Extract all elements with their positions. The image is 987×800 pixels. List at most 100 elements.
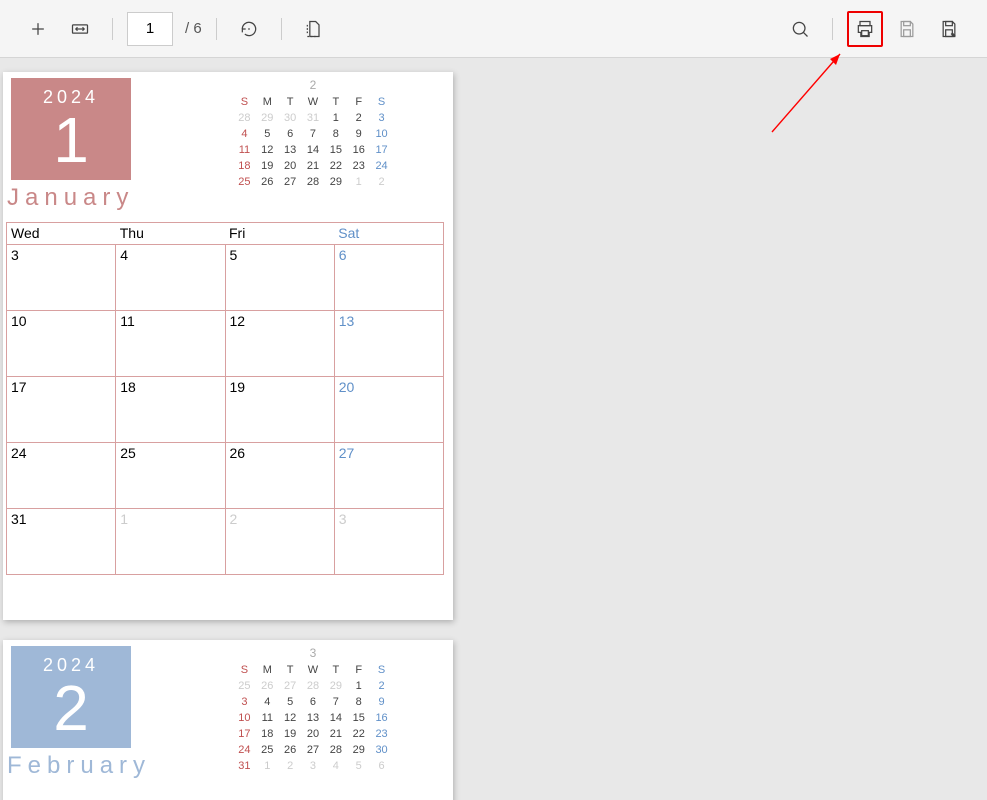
page-number-input[interactable] xyxy=(127,12,173,46)
mini-day: 8 xyxy=(347,695,370,709)
toolbar: / 6 xyxy=(0,0,987,58)
cal-day-faded: 3 xyxy=(334,509,443,575)
mini-day: 28 xyxy=(302,175,325,189)
mini-hdr-mon: M xyxy=(256,663,279,677)
mini-day: 15 xyxy=(347,711,370,725)
mini-day: 20 xyxy=(279,159,302,173)
print-button[interactable] xyxy=(847,11,883,47)
mini-day: 19 xyxy=(256,159,279,173)
mini-day: 21 xyxy=(324,727,347,741)
cal-day: 31 xyxy=(7,509,116,575)
cal-day: 24 xyxy=(7,443,116,509)
mini-day: 14 xyxy=(324,711,347,725)
mini-day: 27 xyxy=(279,175,302,189)
cal-day: 5 xyxy=(225,245,334,311)
cal-day-faded: 2 xyxy=(225,509,334,575)
mini-day: 11 xyxy=(256,711,279,725)
mini-hdr-thu: T xyxy=(324,663,347,677)
cal-day: 4 xyxy=(116,245,225,311)
mini-day: 2 xyxy=(370,679,393,693)
mini-day: 2 xyxy=(370,175,393,189)
mini-hdr-mon: M xyxy=(256,95,279,109)
mini-next-month-number: 3 xyxy=(233,646,393,660)
separator xyxy=(216,18,217,40)
cal-day: 12 xyxy=(225,311,334,377)
mini-hdr-sun: S xyxy=(233,663,256,677)
separator xyxy=(281,18,282,40)
mini-day: 25 xyxy=(233,175,256,189)
mini-day: 27 xyxy=(279,679,302,693)
cal-day-sat: 13 xyxy=(334,311,443,377)
mini-day: 24 xyxy=(370,159,393,173)
mini-day: 26 xyxy=(279,743,302,757)
mini-day: 5 xyxy=(347,759,370,773)
mini-day: 24 xyxy=(233,743,256,757)
mini-day: 28 xyxy=(324,743,347,757)
month-name-label: February xyxy=(7,752,151,780)
save-as-button[interactable] xyxy=(931,11,967,47)
mini-day: 21 xyxy=(302,159,325,173)
mini-day: 4 xyxy=(256,695,279,709)
cal-day: 26 xyxy=(225,443,334,509)
mini-day: 1 xyxy=(324,111,347,125)
save-button[interactable] xyxy=(889,11,925,47)
mini-day: 29 xyxy=(347,743,370,757)
mini-hdr-sat: S xyxy=(370,663,393,677)
mini-day: 7 xyxy=(324,695,347,709)
mini-calendar-next-month: 2 S M T W T F S 28 29 30 31 1 2 3 4 5 6 … xyxy=(233,78,393,189)
preview-viewport[interactable]: 2024 1 January 2 S M T W T F S 28 29 30 … xyxy=(0,58,987,800)
mini-day: 17 xyxy=(370,143,393,157)
mini-day: 2 xyxy=(279,759,302,773)
page-setup-button[interactable] xyxy=(296,11,332,47)
mini-next-month-number: 2 xyxy=(233,78,393,92)
mini-day: 4 xyxy=(233,127,256,141)
mini-day: 29 xyxy=(256,111,279,125)
col-sat: Sat xyxy=(334,223,443,245)
mini-hdr-tue: T xyxy=(279,95,302,109)
mini-day: 3 xyxy=(302,759,325,773)
col-thu: Thu xyxy=(116,223,225,245)
big-calendar-grid: Wed Thu Fri Sat 3 4 5 6 10 11 12 13 17 1… xyxy=(6,222,444,575)
month-number: 2 xyxy=(53,676,89,740)
cal-day: 25 xyxy=(116,443,225,509)
mini-day: 30 xyxy=(279,111,302,125)
mini-day: 26 xyxy=(256,679,279,693)
mini-day: 27 xyxy=(302,743,325,757)
mini-day: 20 xyxy=(302,727,325,741)
mini-day: 1 xyxy=(347,679,370,693)
col-fri: Fri xyxy=(225,223,334,245)
mini-day: 28 xyxy=(233,111,256,125)
mini-calendar-next-month: 3 S M T W T F S 25 26 27 28 29 1 2 3 4 5… xyxy=(233,646,393,773)
mini-day: 31 xyxy=(233,759,256,773)
mini-day: 9 xyxy=(370,695,393,709)
separator xyxy=(832,18,833,40)
mini-hdr-tue: T xyxy=(279,663,302,677)
mini-day: 22 xyxy=(347,727,370,741)
mini-hdr-wed: W xyxy=(302,663,325,677)
mini-day: 11 xyxy=(233,143,256,157)
cal-day: 18 xyxy=(116,377,225,443)
fit-width-button[interactable] xyxy=(62,11,98,47)
mini-day: 9 xyxy=(347,127,370,141)
mini-day: 10 xyxy=(233,711,256,725)
mini-day: 3 xyxy=(233,695,256,709)
add-button[interactable] xyxy=(20,11,56,47)
search-button[interactable] xyxy=(782,11,818,47)
mini-day: 15 xyxy=(324,143,347,157)
mini-day: 22 xyxy=(324,159,347,173)
cal-day: 19 xyxy=(225,377,334,443)
preview-page-january: 2024 1 January 2 S M T W T F S 28 29 30 … xyxy=(3,72,453,620)
mini-day: 28 xyxy=(302,679,325,693)
mini-day: 30 xyxy=(370,743,393,757)
toolbar-right xyxy=(782,11,967,47)
cal-day: 17 xyxy=(7,377,116,443)
mini-day: 18 xyxy=(233,159,256,173)
mini-day: 8 xyxy=(324,127,347,141)
mini-day: 29 xyxy=(324,175,347,189)
mini-day: 5 xyxy=(279,695,302,709)
mini-day: 14 xyxy=(302,143,325,157)
cal-day: 3 xyxy=(7,245,116,311)
mini-day: 16 xyxy=(370,711,393,725)
refresh-button[interactable] xyxy=(231,11,267,47)
mini-day: 13 xyxy=(279,143,302,157)
